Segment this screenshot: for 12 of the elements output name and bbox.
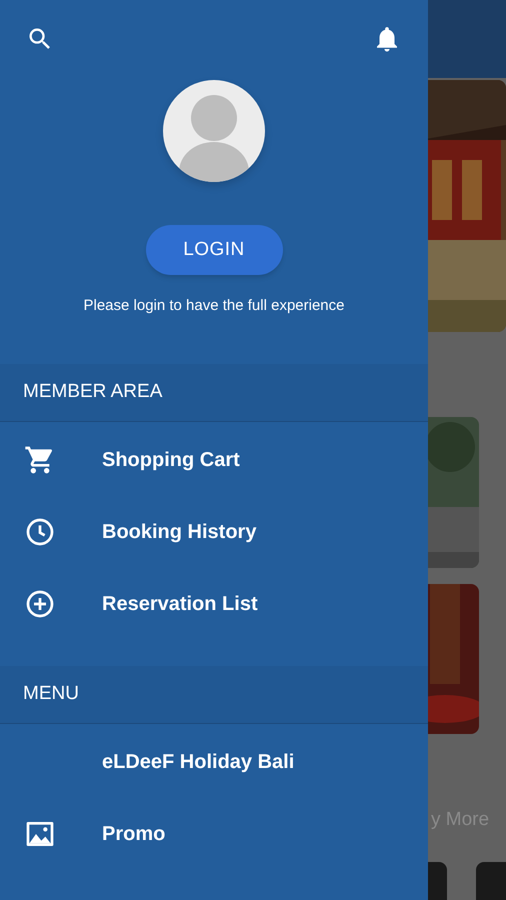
drawer-menu-item[interactable]: eLDeeF Holiday Bali [0,726,428,798]
drawer-menu-item[interactable]: Shopping Cart [0,424,428,496]
add-circle-icon [24,588,56,620]
login-hint: Please login to have the full experience [83,296,344,316]
section-header: MEMBER AREA [0,364,428,422]
drawer-menu-item[interactable]: Booking History [0,496,428,568]
clock-icon [24,516,56,548]
avatar-icon [163,80,265,182]
drawer-menu-item[interactable]: Reservation List [0,568,428,640]
drawer-menu-item[interactable]: Promo [0,798,428,870]
login-button[interactable]: LOGIN [146,225,282,275]
section-header: MENU [0,666,428,724]
